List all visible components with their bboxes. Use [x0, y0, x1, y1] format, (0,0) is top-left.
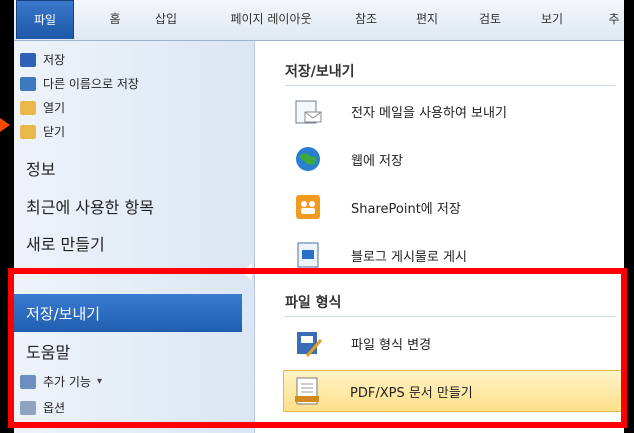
section-title-file-types: 파일 형식: [285, 295, 342, 311]
nav-addins[interactable]: 추가 기능 ▾: [20, 373, 102, 390]
tab-home[interactable]: 홈: [100, 0, 130, 38]
tab-view[interactable]: 보기: [534, 0, 570, 38]
pdf-document-icon: [295, 377, 319, 405]
option-publish-blog-label: 블로그 게시물로 게시: [351, 249, 467, 265]
backstage-view: 파일 홈 삽입 페이지 레이아웃 참조 편지 검토 보기 추 저장 다른 이름으…: [14, 0, 624, 433]
nav-options-label: 옵션: [43, 401, 66, 415]
dropdown-arrow-icon: ▾: [96, 376, 103, 387]
option-change-file-type-label: 파일 형식 변경: [351, 337, 432, 353]
backstage-nav: 저장 다른 이름으로 저장 열기 닫기 정보 최근에 사용한 항목 새로 만들기…: [14, 41, 255, 433]
tab-references[interactable]: 참조: [348, 0, 384, 38]
option-send-email[interactable]: 전자 메일을 사용하여 보내기: [285, 89, 615, 133]
save-icon: [20, 52, 36, 67]
nav-close[interactable]: 닫기: [20, 123, 65, 140]
option-create-pdf-xps-label: PDF/XPS 문서 만들기: [350, 385, 473, 401]
selection-pointer-icon: [242, 263, 252, 281]
option-send-email-label: 전자 메일을 사용하여 보내기: [351, 105, 507, 121]
folder-open-icon: [20, 100, 36, 115]
sharepoint-icon: [296, 195, 320, 219]
blog-icon: [297, 242, 319, 268]
option-publish-blog[interactable]: 블로그 게시물로 게시: [285, 233, 615, 277]
change-file-type-icon: [297, 332, 323, 357]
nav-open[interactable]: 열기: [20, 99, 65, 116]
nav-save-label: 저장: [43, 53, 66, 67]
tab-page-layout[interactable]: 페이지 레이아웃: [212, 0, 330, 38]
option-save-sharepoint-label: SharePoint에 저장: [351, 201, 461, 217]
addins-icon: [20, 374, 36, 389]
nav-close-label: 닫기: [43, 125, 66, 139]
tab-mailings[interactable]: 편지: [409, 0, 445, 38]
tab-file[interactable]: 파일: [16, 0, 74, 39]
tab-more[interactable]: 추: [604, 0, 624, 38]
nav-save-as-label: 다른 이름으로 저장: [43, 77, 139, 91]
globe-icon: [296, 147, 320, 171]
section-title-save-send: 저장/보내기: [285, 64, 355, 80]
nav-save-send[interactable]: 저장/보내기: [14, 294, 242, 332]
section-divider: [285, 316, 615, 317]
nav-new[interactable]: 새로 만들기: [26, 231, 105, 255]
option-change-file-type[interactable]: 파일 형식 변경: [285, 321, 615, 365]
nav-save-send-label: 저장/보내기: [26, 305, 101, 323]
tab-review[interactable]: 검토: [472, 0, 508, 38]
ribbon-tab-bar: 파일 홈 삽입 페이지 레이아웃 참조 편지 검토 보기 추: [14, 0, 624, 41]
option-create-pdf-xps[interactable]: PDF/XPS 문서 만들기 ‹: [283, 370, 624, 412]
tab-insert[interactable]: 삽입: [146, 0, 186, 38]
nav-help[interactable]: 도움말: [26, 339, 70, 363]
option-save-web[interactable]: 웹에 저장: [285, 137, 615, 181]
save-send-pane: 저장/보내기 전자 메일을 사용하여 보내기 웹에 저장 SharePoint에…: [255, 41, 624, 433]
nav-options[interactable]: 옵션: [20, 399, 65, 416]
option-save-sharepoint[interactable]: SharePoint에 저장: [285, 185, 615, 229]
option-save-web-label: 웹에 저장: [351, 153, 403, 169]
nav-addins-label: 추가 기능: [43, 375, 91, 389]
options-icon: [20, 400, 36, 415]
nav-open-label: 열기: [43, 101, 66, 115]
nav-save-as[interactable]: 다른 이름으로 저장: [20, 75, 139, 92]
folder-close-icon: [20, 124, 36, 139]
section-divider: [285, 85, 615, 86]
save-as-icon: [20, 76, 36, 91]
nav-save[interactable]: 저장: [20, 51, 65, 68]
email-icon: [295, 100, 322, 124]
pointer-arrow-icon: [0, 118, 10, 132]
nav-recent[interactable]: 최근에 사용한 항목: [26, 194, 154, 218]
chevron-left-icon: ‹: [621, 383, 624, 397]
nav-info[interactable]: 정보: [26, 156, 55, 180]
